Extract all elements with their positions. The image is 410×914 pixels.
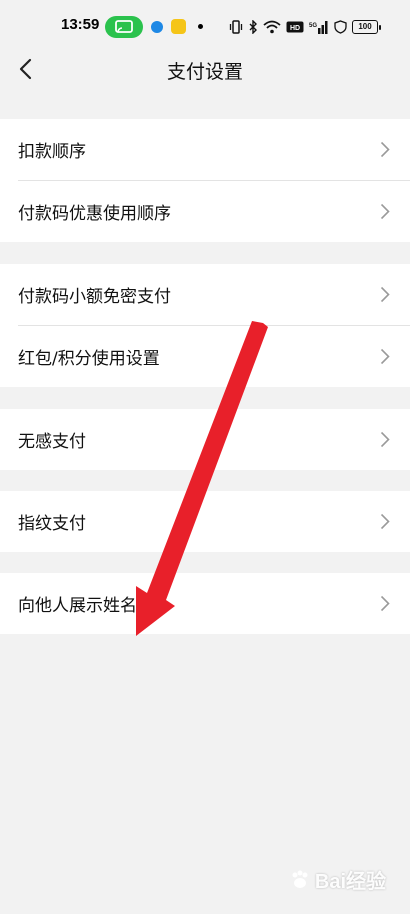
list-item-seamless-pay[interactable]: 无感支付 — [0, 409, 410, 470]
list-item-deduction-order[interactable]: 扣款顺序 — [0, 119, 410, 180]
screen-cast-icon[interactable] — [105, 16, 143, 38]
signal-icon: 5G — [309, 21, 328, 34]
chevron-right-icon — [380, 348, 390, 365]
settings-group-deduction: 扣款顺序 付款码优惠使用顺序 — [0, 119, 410, 242]
security-shield-icon — [334, 20, 347, 34]
status-icons: HD 5G 100 — [229, 17, 381, 37]
svg-text:5G: 5G — [309, 23, 317, 29]
list-item-label: 付款码优惠使用顺序 — [18, 204, 171, 224]
chevron-right-icon — [380, 513, 390, 530]
list-item-red-packet-points[interactable]: 红包/积分使用设置 — [0, 326, 410, 387]
app-notification-icon — [171, 19, 186, 34]
battery-icon: 100 — [352, 20, 381, 34]
list-item-label: 红包/积分使用设置 — [18, 349, 160, 369]
chevron-right-icon — [380, 141, 390, 158]
battery-level: 100 — [352, 20, 378, 34]
list-item-label: 指纹支付 — [18, 514, 86, 534]
list-item-label: 无感支付 — [18, 432, 86, 452]
header: 支付设置 — [0, 40, 410, 98]
list-item-password-free[interactable]: 付款码小额免密支付 — [0, 264, 410, 325]
chevron-right-icon — [380, 203, 390, 220]
svg-text:HD: HD — [290, 25, 300, 32]
vibrate-icon — [229, 20, 243, 34]
hd-icon: HD — [286, 21, 304, 33]
status-time: 13:59 — [61, 16, 100, 33]
list-item-label: 付款码小额免密支付 — [18, 287, 171, 307]
bluetooth-icon — [249, 20, 257, 34]
status-bar: 13:59 HD 5G 100 — [0, 0, 410, 40]
paw-icon — [292, 870, 308, 888]
watermark-text: Bai经验 — [314, 871, 386, 893]
list-item-show-name[interactable]: 向他人展示姓名 — [0, 573, 410, 634]
page-title: 支付设置 — [166, 61, 243, 83]
chevron-right-icon — [380, 431, 390, 448]
app-notification-icon — [151, 21, 163, 33]
settings-group-payment: 付款码小额免密支付 红包/积分使用设置 — [0, 264, 410, 387]
list-item-label: 扣款顺序 — [18, 142, 86, 162]
settings-group-show-name: 向他人展示姓名 — [0, 573, 410, 634]
chevron-right-icon — [380, 595, 390, 612]
list-item-label: 向他人展示姓名 — [18, 596, 137, 616]
baidu-jingyan-watermark: Bai经验 — [289, 865, 386, 894]
list-item-discount-order[interactable]: 付款码优惠使用顺序 — [0, 181, 410, 242]
settings-group-seamless: 无感支付 — [0, 409, 410, 470]
list-item-fingerprint-pay[interactable]: 指纹支付 — [0, 491, 410, 552]
settings-group-fingerprint: 指纹支付 — [0, 491, 410, 552]
more-notifications-dot — [198, 24, 203, 29]
wifi-icon — [263, 20, 281, 34]
chevron-right-icon — [380, 286, 390, 303]
